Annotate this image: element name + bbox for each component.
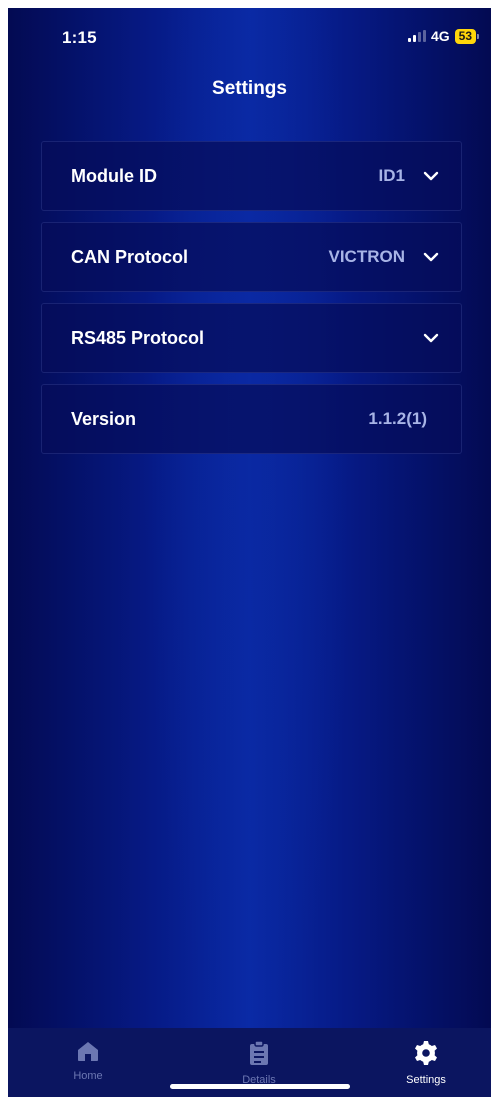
setting-label: RS485 Protocol <box>71 327 205 348</box>
phone-screen: 1:15 4G 53 Settings Module ID ID1 CAN Pr… <box>8 8 491 1097</box>
settings-list: Module ID ID1 CAN Protocol VICTRON RS485… <box>41 141 462 465</box>
setting-label: CAN Protocol <box>71 246 188 267</box>
setting-value: VICTRON <box>328 247 406 266</box>
chevron-down-icon[interactable] <box>420 327 442 349</box>
home-indicator[interactable] <box>170 1084 350 1089</box>
chevron-down-icon[interactable] <box>420 246 442 268</box>
clipboard-icon <box>248 1040 270 1071</box>
tab-label: Home <box>73 1070 103 1082</box>
battery-icon: 53 <box>454 28 479 44</box>
network-type: 4G <box>430 28 450 44</box>
rs485-protocol-row[interactable]: RS485 Protocol <box>41 303 462 373</box>
setting-label: Module ID <box>71 165 157 186</box>
page-title: Settings <box>212 78 287 99</box>
gear-icon <box>413 1040 439 1071</box>
battery-level: 53 <box>454 28 476 44</box>
version-value: 1.1.2(1) <box>368 409 427 428</box>
home-icon <box>76 1040 100 1067</box>
status-time: 1:15 <box>62 28 97 47</box>
tab-label: Settings <box>406 1074 446 1086</box>
cellular-signal-icon <box>407 30 426 42</box>
can-protocol-row[interactable]: CAN Protocol VICTRON <box>41 222 462 292</box>
status-indicators: 4G 53 <box>407 28 479 44</box>
tab-details[interactable]: Details <box>199 1040 319 1086</box>
module-id-row[interactable]: Module ID ID1 <box>41 141 462 211</box>
setting-value: ID1 <box>378 166 405 185</box>
tab-home[interactable]: Home <box>28 1040 148 1082</box>
status-bar: 1:15 4G 53 <box>8 8 491 64</box>
setting-label: Version <box>71 408 137 429</box>
version-row: Version 1.1.2(1) <box>41 384 462 454</box>
tab-settings[interactable]: Settings <box>366 1040 486 1086</box>
chevron-down-icon[interactable] <box>420 165 442 187</box>
